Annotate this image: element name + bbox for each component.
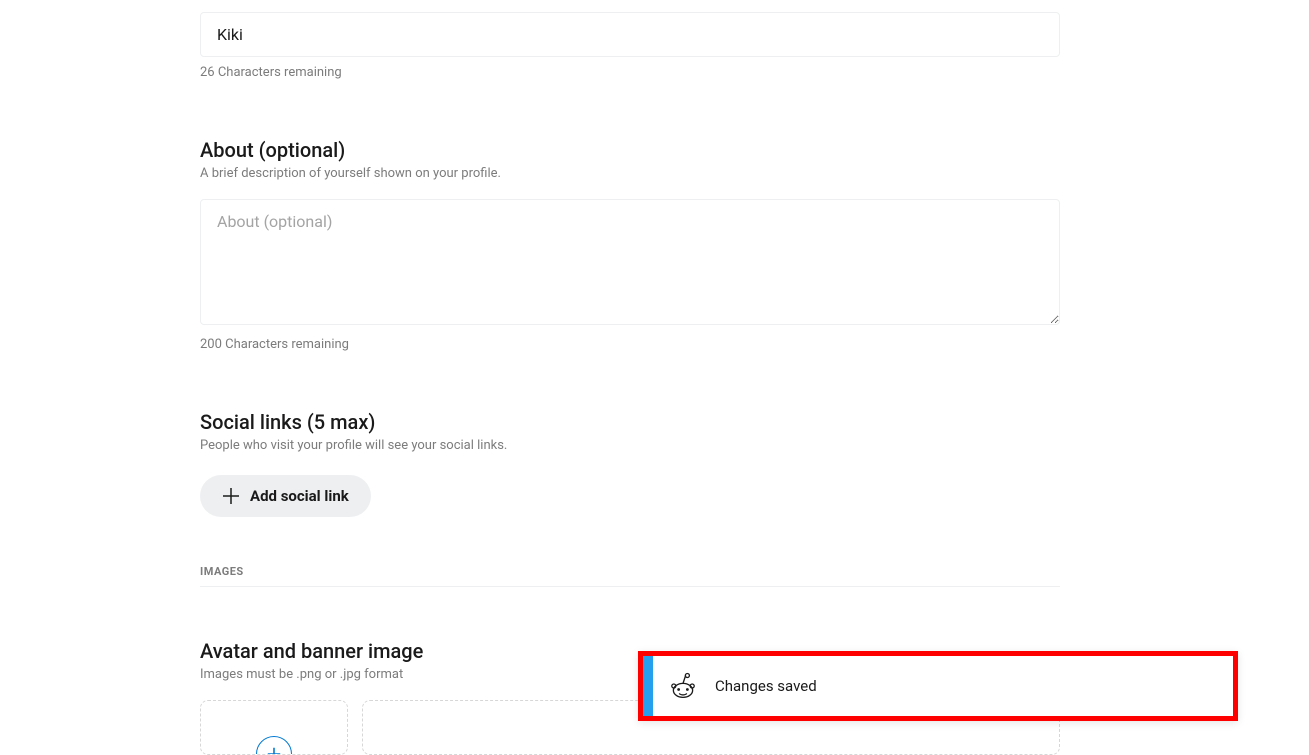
reddit-snoo-icon: [669, 672, 697, 700]
avatar-upload-plus-icon: [256, 736, 292, 755]
avatar-upload[interactable]: [200, 700, 348, 755]
display-name-section: 26 Characters remaining: [200, 0, 1060, 80]
about-textarea[interactable]: [200, 199, 1060, 325]
add-social-link-button[interactable]: Add social link: [200, 475, 371, 517]
toast-accent-bar: [643, 656, 653, 716]
social-links-section: Social links (5 max) People who visit yo…: [200, 410, 1060, 517]
about-section: About (optional) A brief description of …: [200, 138, 1060, 352]
about-heading: About (optional): [200, 138, 1060, 162]
about-desc: A brief description of yourself shown on…: [200, 166, 1060, 181]
plus-icon: [222, 487, 240, 505]
display-name-remaining: 26 Characters remaining: [200, 65, 1060, 80]
social-heading: Social links (5 max): [200, 410, 1060, 434]
changes-saved-toast: Changes saved: [638, 651, 1238, 721]
about-remaining: 200 Characters remaining: [200, 337, 1060, 352]
social-desc: People who visit your profile will see y…: [200, 438, 1060, 453]
add-social-link-label: Add social link: [250, 487, 349, 505]
display-name-input[interactable]: [200, 12, 1060, 57]
images-category-label: IMAGES: [200, 565, 1060, 587]
toast-message: Changes saved: [715, 677, 817, 695]
